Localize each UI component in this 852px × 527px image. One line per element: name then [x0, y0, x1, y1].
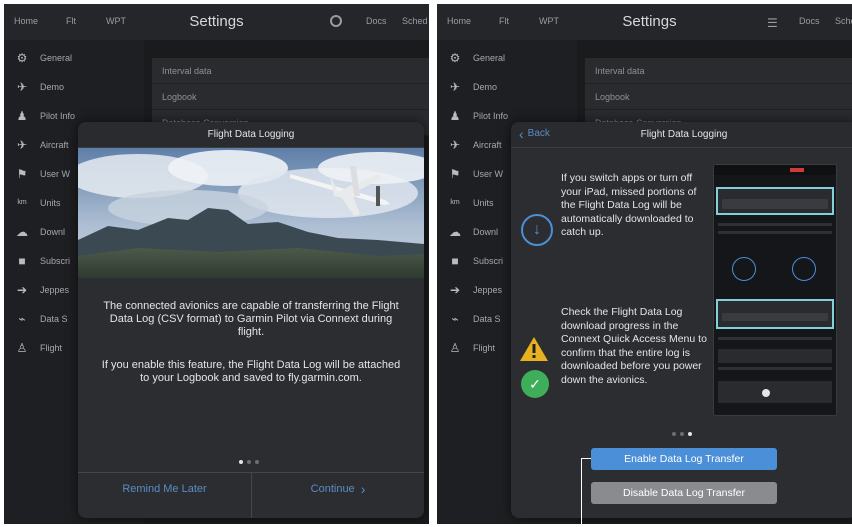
preview-dial [732, 257, 756, 281]
arrow-icon: ➔ [449, 283, 461, 297]
units-icon: km [450, 199, 460, 206]
page-dot-active [239, 460, 243, 464]
continue-button[interactable]: Continue › [252, 473, 424, 505]
dialog-header: Flight Data Logging [78, 122, 424, 148]
lock-icon: ■ [18, 254, 26, 268]
sidebar-item-demo[interactable]: ✈ Demo [449, 77, 574, 97]
signal-icon: ⌁ [451, 312, 459, 326]
dialog-body-text-2: If you enable this feature, the Flight D… [101, 359, 401, 384]
page-dot [672, 432, 676, 436]
signal-icon: ⌁ [18, 312, 26, 326]
dialog-title: Flight Data Logging [207, 129, 295, 140]
arrow-icon: ➔ [16, 283, 28, 297]
aircraft-photo [78, 148, 424, 278]
lock-icon: ■ [451, 254, 459, 268]
cloud-download-icon: ☁ [449, 225, 461, 239]
continue-label: Continue [310, 483, 355, 495]
sidebar-item-general[interactable]: ⚙ General [449, 48, 574, 68]
sidebar-item-demo[interactable]: ✈ Demo [16, 77, 141, 97]
docs-tab[interactable]: Docs [799, 16, 820, 26]
person-icon: ♟ [16, 109, 28, 123]
flight-data-logging-dialog: ‹ Back Flight Data Logging ↓ If you swit… [511, 122, 852, 518]
sidebar-item-general[interactable]: ⚙ General [16, 48, 141, 68]
sched-tab[interactable]: Sched [835, 16, 852, 26]
cloud-download-icon: ☁ [16, 225, 28, 239]
settings-screen-right: Home Flt WPT Settings ☰ Docs Sched ⚙Gene… [437, 4, 852, 524]
warning-icon [519, 336, 549, 362]
preview-highlight-box [716, 299, 834, 329]
plane-icon: ✈ [16, 80, 28, 94]
flag-icon: ⚑ [449, 167, 461, 181]
preview-status-bar [714, 165, 836, 175]
dialog-body-text-1: The connected avionics are capable of tr… [103, 300, 399, 338]
list-item[interactable]: Interval data [585, 58, 852, 84]
plane-icon: ✈ [16, 138, 28, 152]
page-dot [680, 432, 684, 436]
top-bar: Home Flt WPT Settings ☰ Docs Sched [437, 4, 852, 40]
flight-data-logging-dialog: Flight Data Logging The connected avioni… [78, 122, 424, 518]
callout-line [581, 458, 591, 459]
page-indicator [239, 460, 259, 464]
checkmark-icon: ✓ [521, 370, 549, 398]
page-indicator [672, 432, 692, 436]
info-text-2: Check the Flight Data Log download progr… [561, 306, 707, 386]
page-title: Settings [622, 13, 677, 30]
menu-icon[interactable]: ☰ [767, 16, 778, 30]
settings-screen-left: Home Flt WPT Settings Docs Sched ⚙ Genera… [4, 4, 429, 524]
pilot-icon: ♙ [449, 341, 461, 355]
dialog-title: Flight Data Logging [640, 129, 728, 140]
preview-highlight-box [716, 187, 834, 215]
download-icon: ↓ [521, 214, 553, 246]
plane-icon: ✈ [449, 138, 461, 152]
page-dot [255, 460, 259, 464]
enable-data-log-button[interactable]: Enable Data Log Transfer [591, 448, 777, 470]
flag-icon: ⚑ [16, 167, 28, 181]
dialog-header: ‹ Back Flight Data Logging [511, 122, 852, 148]
pilot-icon: ♙ [16, 341, 28, 355]
gear-icon: ⚙ [449, 51, 461, 65]
plane-icon: ✈ [449, 80, 461, 94]
list-item[interactable]: Logbook [585, 84, 852, 110]
remind-me-later-button[interactable]: Remind Me Later [78, 473, 251, 505]
gear-icon: ⚙ [16, 51, 28, 65]
person-icon: ♟ [449, 109, 461, 123]
list-item[interactable]: Logbook [152, 84, 429, 110]
page-dot-active [688, 432, 692, 436]
callout-line [581, 458, 582, 524]
top-bar: Home Flt WPT Settings Docs Sched [4, 4, 429, 40]
list-item[interactable]: Interval data [152, 58, 429, 84]
connext-menu-preview [713, 164, 837, 416]
docs-tab[interactable]: Docs [366, 16, 387, 26]
units-icon: km [17, 199, 27, 206]
info-text-1: If you switch apps or turn off your iPad… [561, 172, 697, 238]
sched-tab[interactable]: Sched [402, 16, 428, 26]
preview-dial [792, 257, 816, 281]
chevron-right-icon: › [360, 481, 366, 497]
page-dot [247, 460, 251, 464]
disable-data-log-button[interactable]: Disable Data Log Transfer [591, 482, 777, 504]
gear-icon[interactable] [330, 15, 342, 27]
